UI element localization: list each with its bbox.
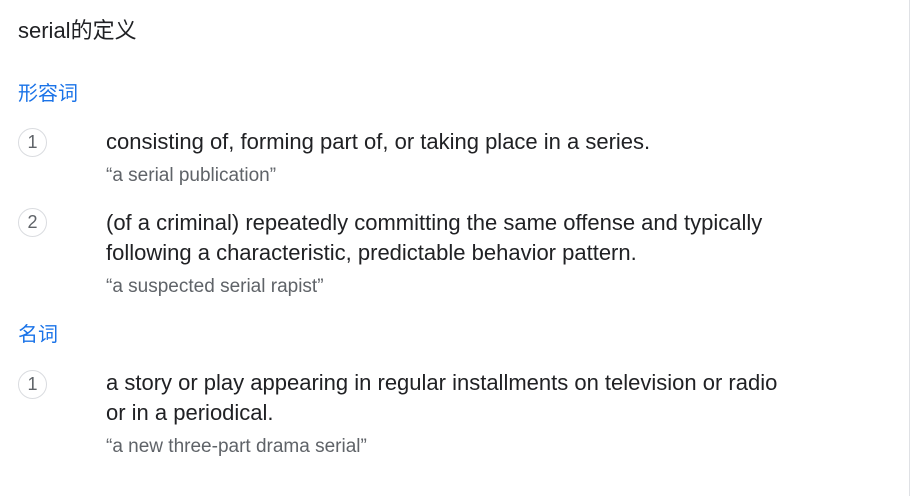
- part-of-speech-noun: 名词: [18, 322, 58, 346]
- definition-title: serial的定义: [18, 18, 137, 43]
- sense-example: “a suspected serial rapist”: [106, 276, 324, 297]
- sense-number: 1: [18, 128, 47, 157]
- part-of-speech-adjective: 形容词: [18, 81, 78, 105]
- sense-example: “a serial publication”: [106, 165, 277, 186]
- sense-definition: consisting of, forming part of, or takin…: [106, 129, 651, 154]
- sense-number: 1: [18, 370, 47, 399]
- sense-definition-line: or in a periodical.: [106, 400, 274, 425]
- sense-definition-line: (of a criminal) repeatedly committing th…: [106, 210, 763, 235]
- sense-example: “a new three-part drama serial”: [106, 436, 367, 457]
- sense-definition-line: a story or play appearing in regular ins…: [106, 370, 778, 395]
- sense-definition-line: following a characteristic, predictable …: [106, 240, 637, 265]
- sense-number: 2: [18, 208, 47, 237]
